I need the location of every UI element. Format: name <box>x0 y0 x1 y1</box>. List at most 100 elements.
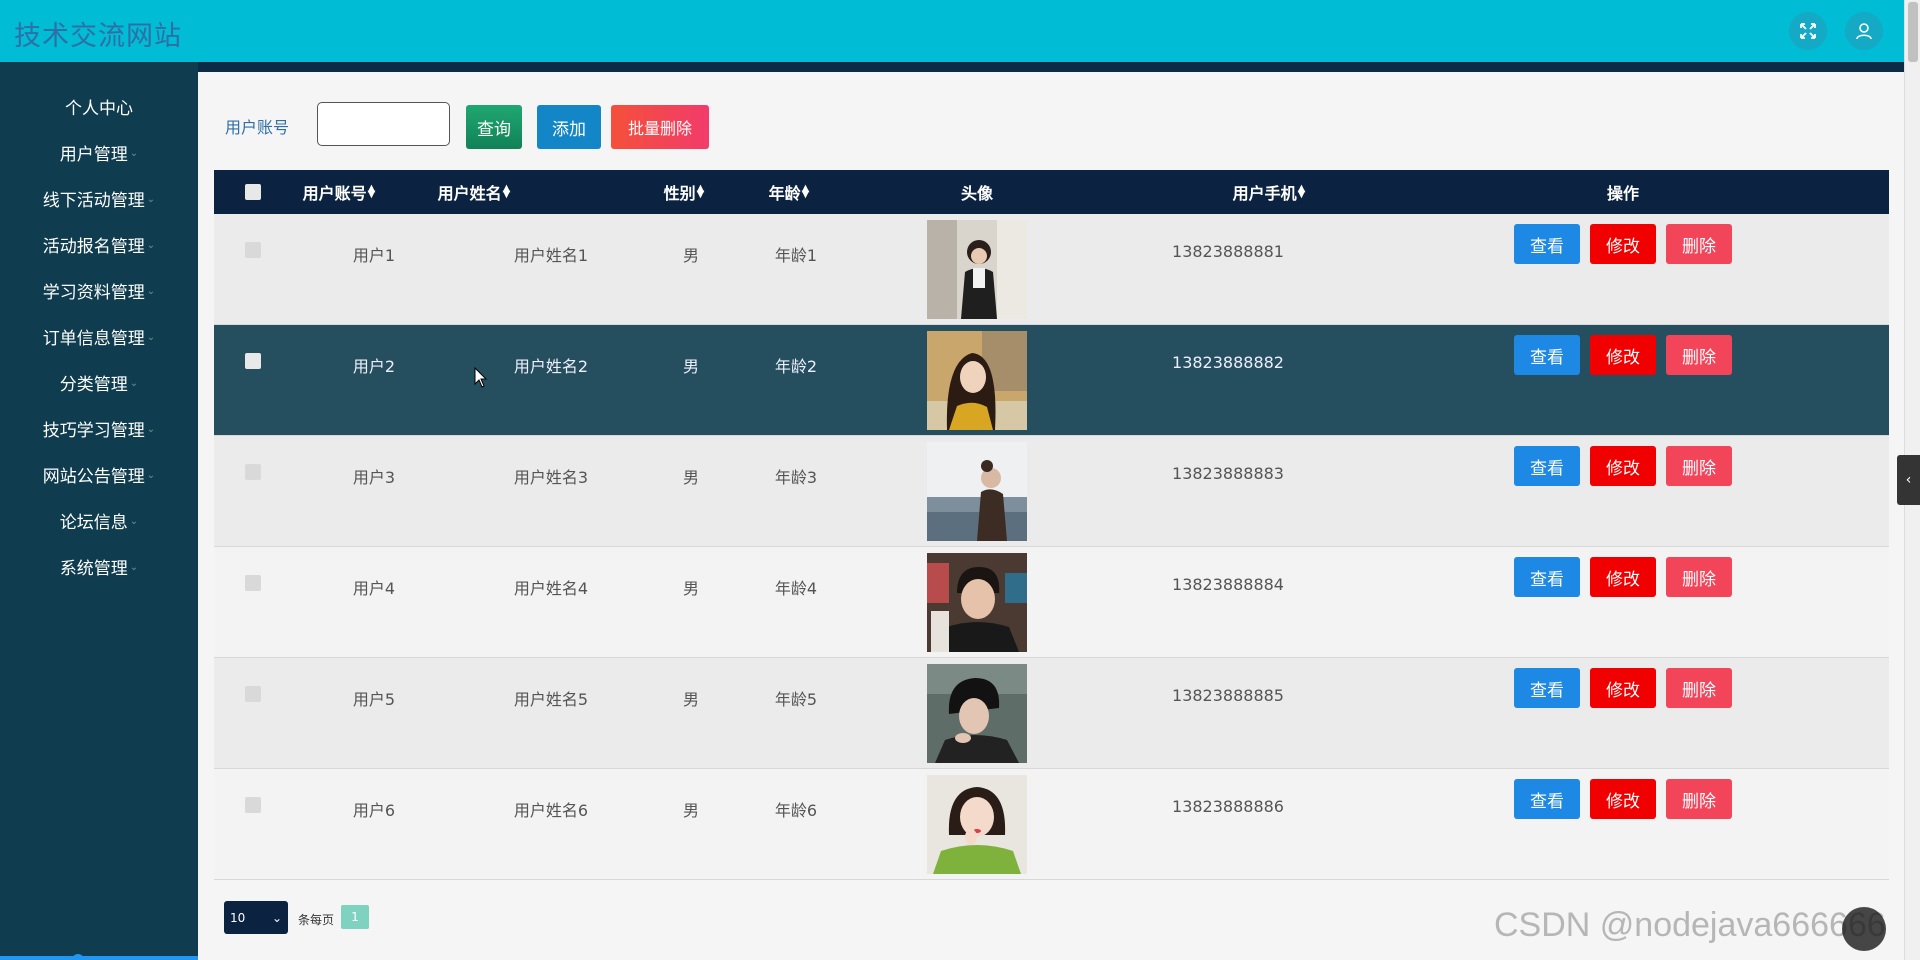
row-checkbox[interactable] <box>245 575 261 591</box>
sort-icon: ▲ ▼ <box>367 183 376 200</box>
cell-age: 年龄5 <box>774 690 818 709</box>
sidebar-item-order-info[interactable]: 订单信息管理 ⌄ <box>0 316 198 356</box>
avatar <box>927 664 1027 763</box>
edit-button[interactable]: 修改 <box>1590 557 1656 597</box>
table-row[interactable]: 用户5 用户姓名5 男 年龄5 13823888885 查看 修改 删除 <box>214 658 1889 769</box>
sidebar-indicator <box>72 954 84 960</box>
cell-age: 年龄1 <box>774 246 818 265</box>
sidebar-item-label: 用户管理 <box>59 144 128 165</box>
search-input[interactable] <box>317 102 450 146</box>
sidebar-item-label: 系统管理 <box>59 558 128 579</box>
column-header-label: 头像 <box>960 184 993 203</box>
site-title: 技术交流网站 <box>14 21 182 52</box>
edit-button[interactable]: 修改 <box>1590 779 1656 819</box>
sidebar-item-system[interactable]: 系统管理 ⌄ <box>0 546 198 586</box>
edit-button[interactable]: 修改 <box>1590 335 1656 375</box>
table-row[interactable]: 用户4 用户姓名4 男 年龄4 13823888884 查看 修改 删除 <box>214 547 1889 658</box>
sidebar-item-announcements[interactable]: 网站公告管理 ⌄ <box>0 454 198 494</box>
chevron-down-icon: ⌄ <box>146 423 156 435</box>
sidebar-item-label: 论坛信息 <box>59 512 128 533</box>
cell-account: 用户3 <box>352 468 396 487</box>
view-button[interactable]: 查看 <box>1514 446 1580 486</box>
view-button[interactable]: 查看 <box>1514 335 1580 375</box>
sidebar-item-user-management[interactable]: 用户管理 ⌄ <box>0 132 198 172</box>
cell-account: 用户5 <box>352 690 396 709</box>
sidebar-item-label: 活动报名管理 <box>42 236 145 257</box>
sort-icon: ▲ ▼ <box>696 183 705 200</box>
table-row[interactable]: 用户1 用户姓名1 男 年龄1 13823888881 查看 修改 删除 <box>214 214 1889 325</box>
chevron-down-icon: ⌄ <box>146 285 156 297</box>
cell-account: 用户1 <box>352 246 396 265</box>
column-header-actions: 操作 <box>1514 170 1732 214</box>
fullscreen-icon[interactable] <box>1789 12 1827 50</box>
cell-gender: 男 <box>682 690 700 709</box>
sidebar-item-label: 网站公告管理 <box>42 466 145 487</box>
page-number-button[interactable]: 1 <box>341 905 369 929</box>
cell-age: 年龄3 <box>774 468 818 487</box>
sidebar: 个人中心 用户管理 ⌄ 线下活动管理 ⌄ 活动报名管理 ⌄ 学习资料管理 ⌄ 订单信息管… <box>0 62 198 960</box>
delete-button[interactable]: 删除 <box>1666 335 1732 375</box>
scrollbar-thumb[interactable] <box>1908 2 1918 62</box>
cell-gender: 男 <box>682 579 700 598</box>
query-button[interactable]: 查询 <box>466 105 522 149</box>
delete-button[interactable]: 删除 <box>1666 668 1732 708</box>
sidebar-item-offline-activity[interactable]: 线下活动管理 ⌄ <box>0 178 198 218</box>
delete-button[interactable]: 删除 <box>1666 557 1732 597</box>
row-checkbox[interactable] <box>245 464 261 480</box>
sidebar-item-study-materials[interactable]: 学习资料管理 ⌄ <box>0 270 198 310</box>
edit-button[interactable]: 修改 <box>1590 446 1656 486</box>
cell-age: 年龄2 <box>774 357 818 376</box>
column-header-label: 性别 <box>663 184 696 203</box>
delete-button[interactable]: 删除 <box>1666 446 1732 486</box>
chevron-down-icon: ⌄ <box>129 147 139 159</box>
view-button[interactable]: 查看 <box>1514 224 1580 264</box>
sidebar-item-personal-center[interactable]: 个人中心 <box>0 86 198 126</box>
add-button[interactable]: 添加 <box>537 105 601 149</box>
sidebar-item-label: 订单信息管理 <box>42 328 145 349</box>
view-button[interactable]: 查看 <box>1514 779 1580 819</box>
row-checkbox[interactable] <box>245 797 261 813</box>
chevron-left-icon: ‹ <box>1905 472 1912 488</box>
sort-icon: ▲ ▼ <box>1297 183 1306 200</box>
table-row[interactable]: 用户3 用户姓名3 男 年龄3 13823888883 查看 修改 删除 <box>214 436 1889 547</box>
back-to-top-button[interactable] <box>1842 907 1886 951</box>
column-header-phone[interactable]: 用户手机 ▲ ▼ <box>1214 170 1324 214</box>
table-row[interactable]: 用户2 用户姓名2 男 年龄2 13823888882 查看 修改 删除 <box>214 325 1889 436</box>
edit-button[interactable]: 修改 <box>1590 668 1656 708</box>
delete-button[interactable]: 删除 <box>1666 224 1732 264</box>
column-header-label: 用户手机 <box>1232 184 1297 203</box>
column-header-gender[interactable]: 性别 ▲ ▼ <box>644 170 724 214</box>
sidebar-progress-bar <box>0 956 198 960</box>
batch-delete-button[interactable]: 批量删除 <box>611 105 709 149</box>
column-header-label: 操作 <box>1606 184 1639 203</box>
column-header-age[interactable]: 年龄 ▲ ▼ <box>749 170 829 214</box>
edit-button[interactable]: 修改 <box>1590 224 1656 264</box>
sidebar-item-forum[interactable]: 论坛信息 ⌄ <box>0 500 198 540</box>
view-button[interactable]: 查看 <box>1514 557 1580 597</box>
sidebar-item-label: 学习资料管理 <box>42 282 145 303</box>
column-header-account[interactable]: 用户账号 ▲ ▼ <box>274 170 404 214</box>
column-header-name[interactable]: 用户姓名 ▲ ▼ <box>419 170 529 214</box>
cell-account: 用户4 <box>352 579 396 598</box>
select-all-checkbox[interactable] <box>245 170 261 214</box>
delete-button[interactable]: 删除 <box>1666 779 1732 819</box>
sidebar-item-activity-registration[interactable]: 活动报名管理 ⌄ <box>0 224 198 264</box>
sidebar-item-category[interactable]: 分类管理 ⌄ <box>0 362 198 402</box>
sidebar-item-skill-learning[interactable]: 技巧学习管理 ⌄ <box>0 408 198 448</box>
view-button[interactable]: 查看 <box>1514 668 1580 708</box>
cell-gender: 男 <box>682 357 700 376</box>
page-size-select[interactable]: 10 ⌄ <box>224 901 288 934</box>
row-checkbox[interactable] <box>245 353 261 369</box>
collapse-panel-button[interactable]: ‹ <box>1897 455 1920 505</box>
chevron-down-icon: ⌄ <box>146 193 156 205</box>
cell-name: 用户姓名5 <box>513 690 589 709</box>
row-checkbox[interactable] <box>245 242 261 258</box>
avatar <box>927 775 1027 874</box>
cell-gender: 男 <box>682 801 700 820</box>
chevron-down-icon: ⌄ <box>271 910 282 925</box>
table-row[interactable]: 用户6 用户姓名6 男 年龄6 13823888886 查看 修改 删除 <box>214 769 1889 880</box>
cell-phone: 13823888881 <box>1172 242 1284 261</box>
row-checkbox[interactable] <box>245 686 261 702</box>
user-icon[interactable] <box>1845 12 1883 50</box>
chevron-down-icon: ⌄ <box>129 515 139 527</box>
